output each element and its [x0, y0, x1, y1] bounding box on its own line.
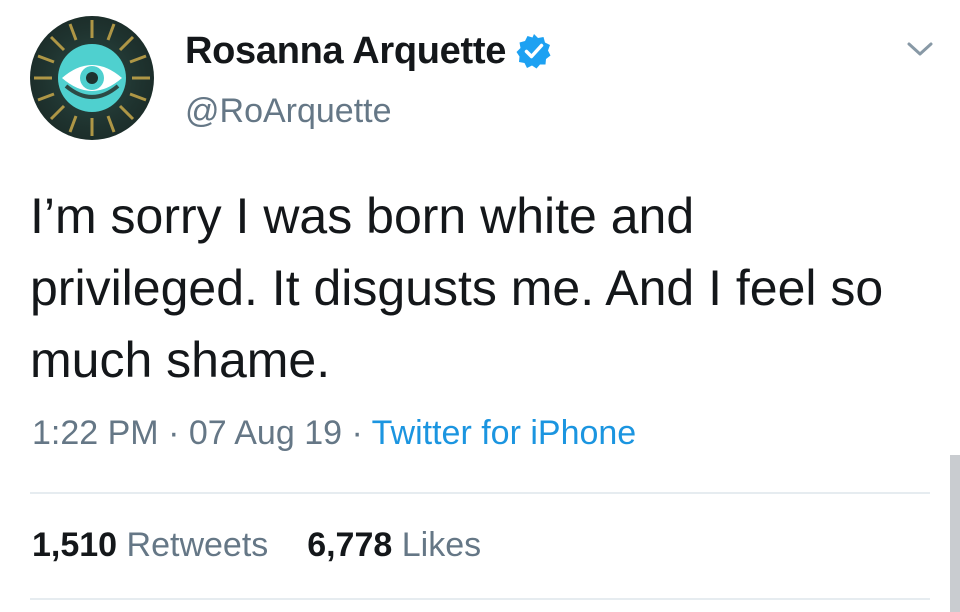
scroll-edge	[950, 455, 960, 612]
verified-badge-icon	[516, 33, 552, 69]
meta-separator: ·	[351, 414, 363, 452]
divider	[30, 492, 930, 494]
meta-separator: ·	[168, 414, 180, 452]
divider	[30, 598, 930, 600]
display-name[interactable]: Rosanna Arquette	[185, 30, 506, 73]
retweets-stat[interactable]: 1,510 Retweets	[32, 526, 278, 564]
tweet-meta: 1:22 PM · 07 Aug 19 · Twitter for iPhone	[32, 414, 636, 453]
eye-icon	[34, 20, 150, 136]
user-handle[interactable]: @RoArquette	[185, 92, 392, 131]
chevron-down-icon[interactable]	[905, 38, 935, 60]
likes-stat[interactable]: 6,778 Likes	[307, 526, 481, 564]
retweets-count: 1,510	[32, 526, 118, 564]
likes-count: 6,778	[307, 526, 393, 564]
author-name-row: Rosanna Arquette	[185, 28, 552, 74]
tweet-time: 1:22 PM	[32, 414, 159, 452]
tweet-source-link[interactable]: Twitter for iPhone	[372, 414, 637, 452]
tweet-card: Rosanna Arquette @RoArquette I’m sorry I…	[0, 0, 960, 612]
tweet-date: 07 Aug 19	[188, 414, 343, 452]
retweets-label: Retweets	[126, 526, 269, 564]
tweet-stats: 1,510 Retweets 6,778 Likes	[32, 526, 481, 565]
likes-label: Likes	[401, 526, 482, 564]
tweet-text: I’m sorry I was born white and privilege…	[30, 188, 884, 388]
avatar[interactable]	[30, 16, 154, 140]
